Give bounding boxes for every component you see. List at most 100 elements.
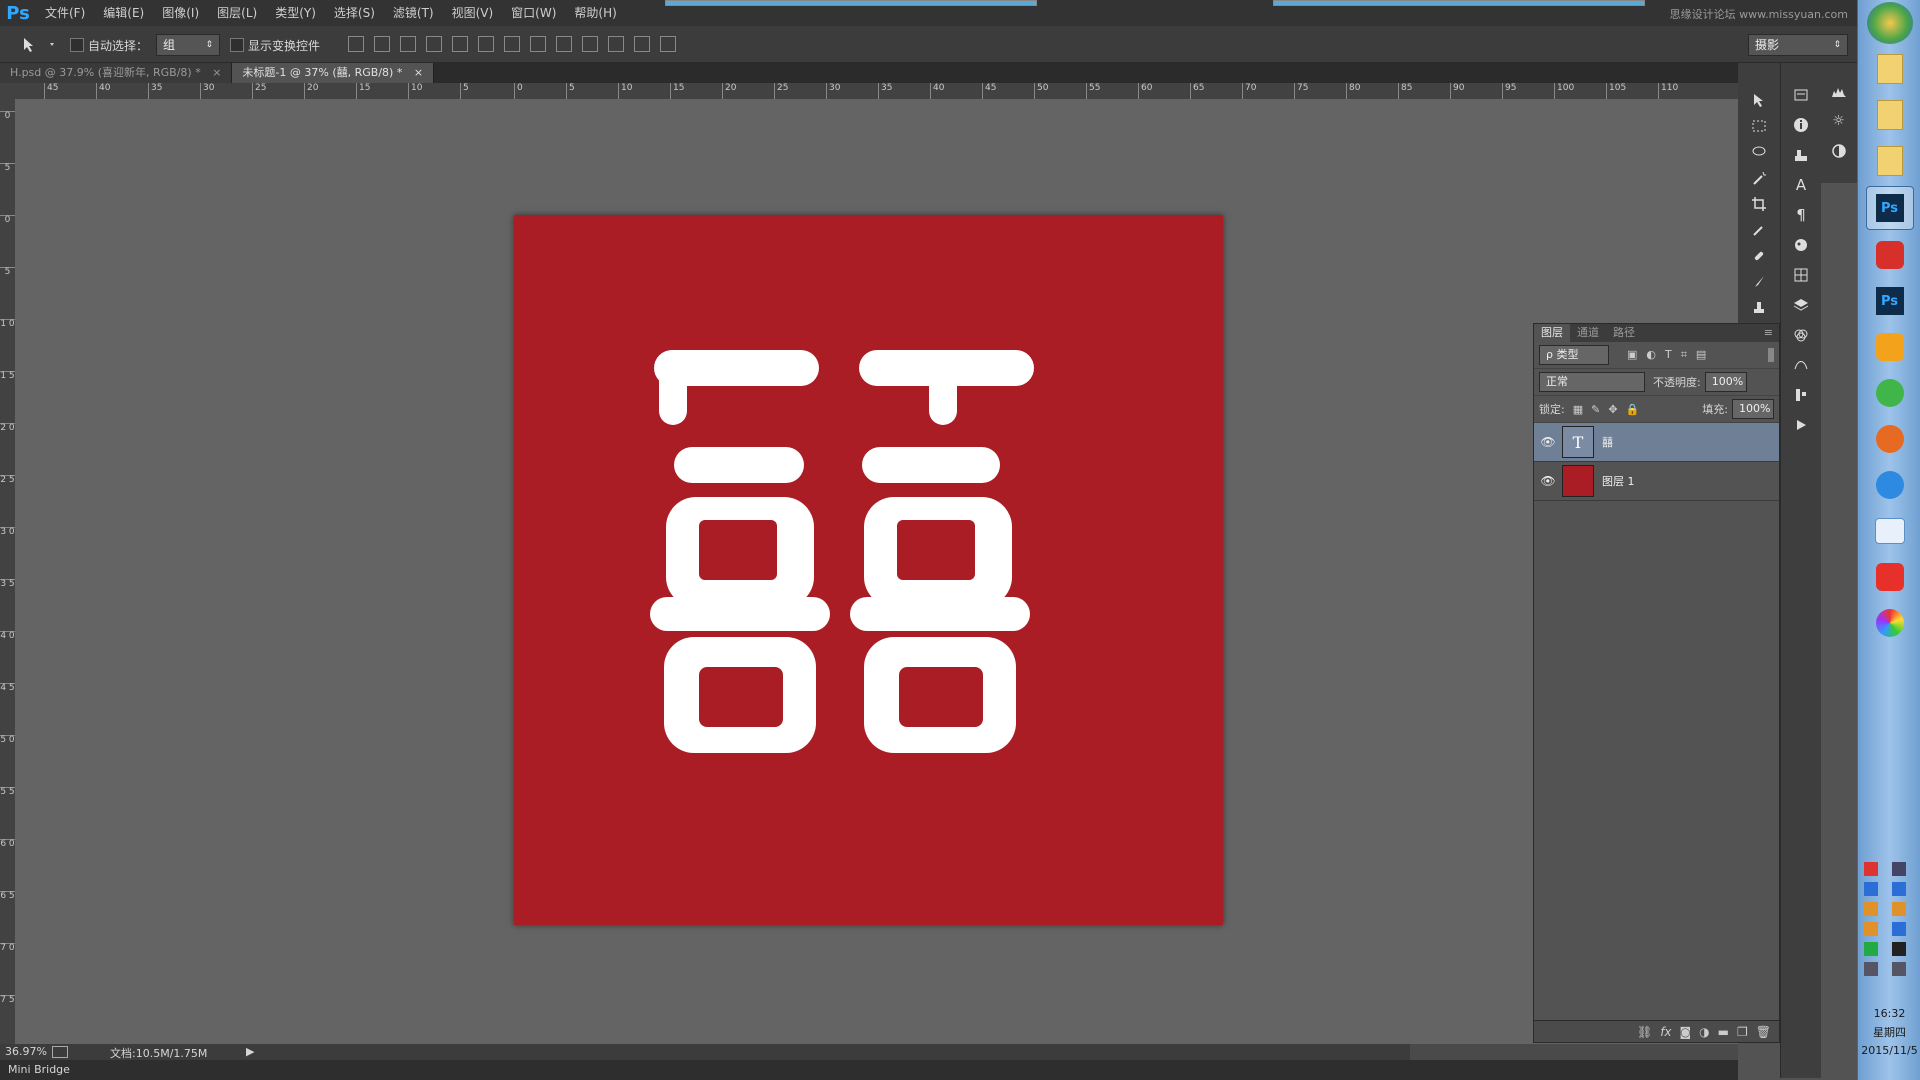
layer-row-pixel[interactable]: 👁 图层 1 xyxy=(1534,462,1779,501)
actions-panel-icon[interactable] xyxy=(1787,411,1815,439)
mini-bridge-tab[interactable]: Mini Bridge xyxy=(8,1063,70,1076)
blend-mode-dropdown[interactable]: 正常 xyxy=(1539,372,1645,392)
menu-window[interactable]: 窗口(W) xyxy=(502,0,565,26)
folder-icon[interactable] xyxy=(1867,48,1913,90)
history-panel-icon[interactable] xyxy=(1787,81,1815,109)
filter-type-icons[interactable]: ▣◐T⌗▤ xyxy=(1627,348,1715,362)
show-transform-checkbox[interactable] xyxy=(230,38,244,52)
app-red2-icon[interactable] xyxy=(1867,556,1913,598)
app-orange-icon[interactable] xyxy=(1867,326,1913,368)
menu-type[interactable]: 类型(Y) xyxy=(266,0,325,26)
crop-tool-icon[interactable] xyxy=(1746,191,1772,217)
menu-layer[interactable]: 图层(L) xyxy=(208,0,266,26)
tray-icon[interactable] xyxy=(1892,882,1906,896)
folder-icon[interactable] xyxy=(1867,140,1913,182)
status-menu-arrow-icon[interactable]: ▶ xyxy=(246,1045,254,1058)
trash-icon[interactable]: 🗑 xyxy=(1756,1025,1771,1039)
link-icon[interactable]: ⛓ xyxy=(1637,1025,1652,1039)
speaker-icon[interactable] xyxy=(1892,962,1906,976)
align-bottom-icon[interactable] xyxy=(400,36,416,52)
menu-filter[interactable]: 滤镜(T) xyxy=(384,0,443,26)
lasso-tool-icon[interactable] xyxy=(1746,139,1772,165)
menu-help[interactable]: 帮助(H) xyxy=(565,0,625,26)
distribute-right-icon[interactable] xyxy=(634,36,650,52)
distribute-top-icon[interactable] xyxy=(504,36,520,52)
mask-icon[interactable]: ◙ xyxy=(1680,1025,1692,1039)
tray-icon[interactable] xyxy=(1892,902,1906,916)
move-tool-preset[interactable] xyxy=(20,35,58,53)
network-icon[interactable] xyxy=(1864,962,1878,976)
horizontal-scrollbar[interactable] xyxy=(1410,1044,1738,1060)
photoshop-taskbar-active[interactable]: Ps xyxy=(1865,186,1914,230)
character-panel-icon[interactable]: A xyxy=(1787,171,1815,199)
tab-untitled-1[interactable]: 未标题-1 @ 37% (囍, RGB/8) * × xyxy=(232,63,435,83)
align-top-icon[interactable] xyxy=(348,36,364,52)
tray-icon[interactable] xyxy=(1864,862,1878,876)
tray-icon[interactable] xyxy=(1864,902,1878,916)
swatches-panel-icon[interactable] xyxy=(1787,261,1815,289)
stamp-tool-icon[interactable] xyxy=(1746,295,1772,321)
close-icon[interactable]: × xyxy=(414,66,423,79)
distribute-hcenter-icon[interactable] xyxy=(608,36,624,52)
tab-channels[interactable]: 通道 xyxy=(1570,324,1606,342)
close-icon[interactable]: × xyxy=(212,66,221,79)
eye-icon[interactable]: 👁 xyxy=(1534,435,1562,449)
menu-select[interactable]: 选择(S) xyxy=(325,0,384,26)
paths-panel-icon[interactable] xyxy=(1787,351,1815,379)
move-tool-icon[interactable] xyxy=(1746,87,1772,113)
align-hcenter-icon[interactable] xyxy=(452,36,468,52)
align-right-icon[interactable] xyxy=(478,36,494,52)
proof-icon[interactable] xyxy=(52,1046,68,1058)
filter-kind-dropdown[interactable]: ρ 类型 xyxy=(1539,345,1609,365)
vertical-ruler[interactable]: 0 5 0 5 1 0 1 5 2 0 2 5 3 0 3 5 4 0 4 5 … xyxy=(0,99,16,1044)
channels-panel-icon[interactable] xyxy=(1787,321,1815,349)
adjustments-icon[interactable] xyxy=(1825,137,1853,165)
volume-icon[interactable] xyxy=(1892,862,1906,876)
window-thumbnail-strip[interactable] xyxy=(1273,0,1645,6)
lock-icons[interactable]: ▦✎✥🔒 xyxy=(1573,403,1648,416)
app-green-icon[interactable] xyxy=(1867,372,1913,414)
tray-icon[interactable] xyxy=(1864,922,1878,936)
menu-image[interactable]: 图像(I) xyxy=(153,0,208,26)
brush-tool-icon[interactable] xyxy=(1746,269,1772,295)
menu-edit[interactable]: 编辑(E) xyxy=(94,0,153,26)
zoom-level[interactable]: 36.97% xyxy=(5,1045,47,1058)
firefox-icon[interactable] xyxy=(1867,418,1913,460)
tray-icon[interactable] xyxy=(1864,942,1878,956)
histogram-icon[interactable] xyxy=(1825,77,1853,105)
folder-icon[interactable]: ▬ xyxy=(1718,1025,1729,1039)
paragraph-panel-icon[interactable]: ¶ xyxy=(1787,201,1815,229)
magic-wand-icon[interactable] xyxy=(1746,165,1772,191)
align-vcenter-icon[interactable] xyxy=(374,36,390,52)
auto-select-checkbox[interactable] xyxy=(70,38,84,52)
qq-icon[interactable] xyxy=(1892,942,1906,956)
color-panel-icon[interactable] xyxy=(1787,231,1815,259)
start-button[interactable] xyxy=(1866,2,1913,44)
chat-icon[interactable] xyxy=(1867,510,1913,552)
align-left-icon[interactable] xyxy=(426,36,442,52)
auto-align-icon[interactable] xyxy=(660,36,676,52)
tool-presets-icon[interactable] xyxy=(1787,141,1815,169)
distribute-bottom-icon[interactable] xyxy=(556,36,572,52)
layer-row-text[interactable]: 👁 T 囍 xyxy=(1534,423,1779,462)
photoshop-taskbar-icon[interactable]: Ps xyxy=(1867,280,1913,322)
fill-field[interactable]: 100% xyxy=(1732,399,1774,419)
marquee-tool-icon[interactable] xyxy=(1746,113,1772,139)
properties-panel-icon[interactable] xyxy=(1787,381,1815,409)
app-red-icon[interactable] xyxy=(1867,234,1913,276)
eye-icon[interactable]: 👁 xyxy=(1534,474,1562,488)
tab-paths[interactable]: 路径 xyxy=(1606,324,1642,342)
browser-icon[interactable] xyxy=(1867,464,1913,506)
menu-file[interactable]: 文件(F) xyxy=(36,0,94,26)
tray-icon[interactable] xyxy=(1864,882,1878,896)
eyedropper-icon[interactable] xyxy=(1746,217,1772,243)
tab-h-psd[interactable]: H.psd @ 37.9% (喜迎新年, RGB/8) * × xyxy=(0,63,233,83)
distribute-left-icon[interactable] xyxy=(582,36,598,52)
folder-icon[interactable] xyxy=(1867,94,1913,136)
adjustment-icon[interactable]: ◑ xyxy=(1699,1025,1709,1039)
distribute-vcenter-icon[interactable] xyxy=(530,36,546,52)
workspace-dropdown[interactable]: 摄影 ⇕ xyxy=(1748,34,1848,56)
opacity-field[interactable]: 100% xyxy=(1704,372,1747,392)
menu-view[interactable]: 视图(V) xyxy=(443,0,503,26)
tray-icon[interactable] xyxy=(1892,922,1906,936)
